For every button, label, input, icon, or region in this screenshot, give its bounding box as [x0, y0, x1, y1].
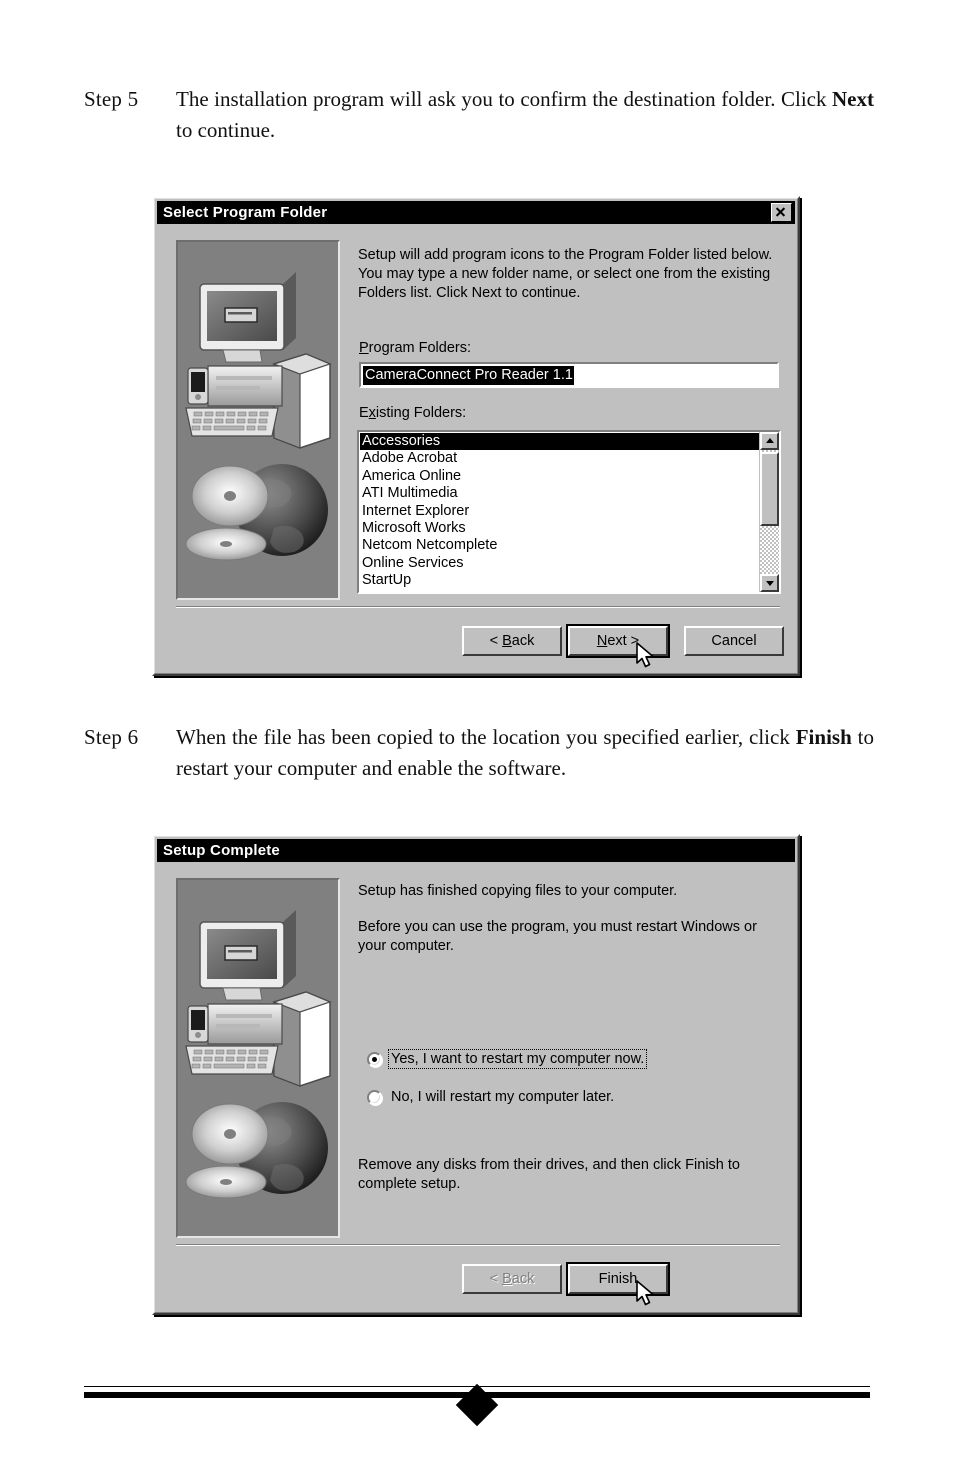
- restart-later-radio[interactable]: No, I will restart my computer later.: [367, 1088, 616, 1106]
- dialog1-titlebar: Select Program Folder: [157, 201, 795, 224]
- setup-complete-dialog[interactable]: Setup Complete Setup has finished copyin…: [152, 834, 800, 1315]
- dialog2-separator: [176, 1244, 780, 1246]
- restart-now-radio-label: Yes, I want to restart my computer now.: [387, 1049, 648, 1069]
- close-x-icon[interactable]: [771, 203, 792, 222]
- list-item[interactable]: ATI Multimedia: [360, 485, 759, 502]
- list-item[interactable]: Microsoft Works: [360, 520, 759, 537]
- mouse-cursor-pointer-1: [636, 642, 654, 668]
- step-5-text-part1: The installation program will ask you to…: [176, 87, 833, 111]
- existing-folders-scrollbar[interactable]: [759, 432, 779, 592]
- radio-selected-icon: [367, 1051, 382, 1067]
- step-6-text: When the file has been copied to the loc…: [176, 722, 874, 784]
- footer-diamond-ornament: [455, 1383, 499, 1427]
- setup-computer-cd-globe-graphic: [178, 242, 338, 598]
- cancel-button-label: Cancel: [711, 633, 757, 649]
- mouse-cursor-pointer-2: [636, 1280, 654, 1306]
- step-6-bold-word: Finish: [795, 725, 852, 749]
- restart-later-radio-label: No, I will restart my computer later.: [391, 1089, 615, 1105]
- scroll-up-arrow-icon[interactable]: [760, 432, 779, 450]
- step-6-block: Step 6 When the file has been copied to …: [84, 722, 874, 784]
- dialog2-paragraph-3: Remove any disks from their drives, and …: [358, 1157, 740, 1192]
- dialog2-paragraph-1: Setup has finished copying files to your…: [358, 883, 678, 899]
- select-program-folder-dialog[interactable]: Select Program Folder Setup will add pro…: [152, 196, 800, 676]
- radio-unselected-icon: [367, 1089, 382, 1105]
- dialog2-paragraph-2: Before you can use the program, you must…: [358, 919, 757, 954]
- program-folders-label: Program Folders:: [359, 340, 472, 356]
- step-6-text-part1: When the file has been copied to the loc…: [176, 725, 796, 749]
- back-button[interactable]: < Back: [462, 626, 562, 656]
- program-folders-input[interactable]: CameraConnect Pro Reader 1.1: [359, 362, 779, 388]
- step-5-text-part2: to continue.: [176, 118, 276, 142]
- scroll-down-arrow-icon[interactable]: [760, 574, 779, 592]
- existing-folders-items: Accessories Adobe Acrobat America Online…: [359, 432, 759, 592]
- list-item[interactable]: Accessories: [360, 433, 759, 451]
- step-5-bold-word: Next: [832, 87, 874, 111]
- list-item[interactable]: Online Services: [360, 555, 759, 572]
- setup-graphic-panel-2: [176, 878, 340, 1238]
- step-5-label: Step 5: [84, 87, 139, 111]
- program-folders-value: CameraConnect Pro Reader 1.1: [363, 365, 574, 385]
- next-button-label: Next >: [596, 633, 640, 649]
- scrollbar-track[interactable]: [760, 450, 779, 574]
- list-item[interactable]: Adobe Acrobat: [360, 450, 759, 467]
- step-5-text: The installation program will ask you to…: [176, 84, 874, 146]
- step-6-label: Step 6: [84, 725, 139, 749]
- dialog1-intro-text: Setup will add program icons to the Prog…: [358, 247, 773, 301]
- list-item[interactable]: StartUp: [360, 572, 759, 589]
- dialog2-title: Setup Complete: [163, 842, 280, 859]
- step-5-block: Step 5 The installation program will ask…: [84, 84, 874, 146]
- dialog1-title: Select Program Folder: [163, 204, 328, 221]
- dialog1-separator: [176, 606, 780, 608]
- back-button-label: < Back: [489, 1271, 535, 1287]
- list-item[interactable]: Internet Explorer: [360, 503, 759, 520]
- setup-graphic-panel-1: [176, 240, 340, 600]
- list-item[interactable]: Netcom Netcomplete: [360, 537, 759, 554]
- existing-folders-label: Existing Folders:: [359, 405, 467, 421]
- cancel-button[interactable]: Cancel: [684, 626, 784, 656]
- setup-computer-cd-globe-graphic: [178, 880, 338, 1236]
- scrollbar-thumb[interactable]: [760, 452, 779, 527]
- existing-folders-listbox[interactable]: Accessories Adobe Acrobat America Online…: [357, 430, 781, 594]
- finish-button-label: Finish: [598, 1271, 638, 1287]
- back-button-label: < Back: [489, 633, 535, 649]
- restart-now-radio[interactable]: Yes, I want to restart my computer now.: [367, 1049, 648, 1069]
- list-item[interactable]: America Online: [360, 468, 759, 485]
- back-button[interactable]: < Back: [462, 1264, 562, 1294]
- dialog2-titlebar: Setup Complete: [157, 839, 795, 862]
